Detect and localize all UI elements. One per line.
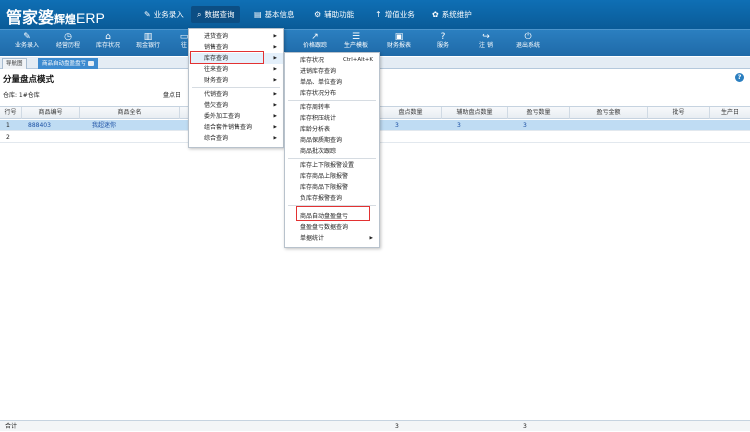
toolbar-exit-button[interactable]: ⏻ 退出系统 — [509, 31, 547, 56]
menu-item-composite-query[interactable]: 综合查询 ▶ — [189, 133, 283, 144]
toolbar-logout-button[interactable]: ↪ 注 销 — [467, 31, 505, 56]
toolbar-cash-button[interactable]: ▥ 现金银行 — [129, 31, 167, 56]
menu-item-stock-distribution[interactable]: 库存状况分布 — [285, 88, 379, 99]
top-menu-value-added[interactable]: ↑ 增值业务 — [369, 6, 421, 23]
tab-navigation[interactable]: 导航图 — [2, 58, 27, 69]
menu-item-bundle-sales-query[interactable]: 组合套件销售查询 ▶ — [189, 122, 283, 133]
product-code[interactable]: 888403 — [26, 120, 51, 131]
menu-item-negative-stock[interactable]: 负库存报警查询 — [285, 193, 379, 204]
column-header[interactable]: 盈亏金额 — [570, 107, 648, 119]
column-header[interactable]: 辅助盘点数量 — [442, 107, 508, 119]
column-header[interactable]: 行号 — [0, 107, 22, 119]
menu-item-inout-stock[interactable]: 进销库存查询 — [285, 66, 379, 77]
menu-item-stock-status[interactable]: 库存状况 Ctrl+Alt+K — [285, 55, 379, 66]
page-title: 分量盘点模式 — [3, 75, 55, 85]
tab-auto-stocktake[interactable]: 商品自动盘盈盘亏 — [38, 58, 99, 69]
toolbar-history-button[interactable]: ◷ 经营历程 — [49, 31, 87, 56]
app-logo: 管家婆辉煌ERP — [6, 8, 105, 27]
column-header[interactable]: 生产日 — [710, 107, 750, 119]
total-row: 合计 3 3 — [0, 420, 750, 431]
top-menu-system[interactable]: ✿ 系统维护 — [426, 6, 478, 23]
stocktake-date-label: 盘点日 — [163, 92, 182, 99]
clock-icon: ◷ — [64, 32, 72, 42]
logout-icon: ↪ — [482, 32, 490, 42]
menu-separator — [288, 158, 376, 159]
menu-item-limit-settings[interactable]: 库存上下限报警设置 — [285, 160, 379, 171]
column-header[interactable]: 盈亏数量 — [508, 107, 570, 119]
settings-icon: ✿ — [432, 10, 439, 19]
toolbar-stock-button[interactable]: ⌂ 库存状况 — [89, 31, 127, 56]
arrow-icon: ↗ — [311, 32, 319, 42]
menu-item-finance-query[interactable]: 财务查询 ▶ — [189, 75, 283, 86]
toolbar-finance-button[interactable]: ▣ 财务报表 — [380, 31, 418, 56]
column-header[interactable]: 商品编号 — [22, 107, 80, 119]
highlight-auto-stocktake — [296, 206, 370, 221]
row-number: 1 — [6, 122, 10, 129]
column-header[interactable]: 商品全名 — [80, 107, 180, 119]
total-label: 合计 — [5, 423, 18, 430]
search-icon: ⌕ — [197, 9, 202, 19]
top-menu-entry[interactable]: ✎ 业务录入 — [138, 6, 190, 23]
stocktake-qty[interactable]: 3 — [393, 120, 399, 131]
menu-item-backlog[interactable]: 库存积压统计 — [285, 113, 379, 124]
close-icon[interactable] — [88, 61, 95, 66]
menu-item-account-query[interactable]: 往来查询 ▶ — [189, 64, 283, 75]
menu-separator — [288, 100, 376, 101]
top-menu-assist[interactable]: ⚙ 辅助功能 — [308, 6, 360, 23]
top-bar: 管家婆辉煌ERP ✎ 业务录入 ⌕ 数据查询 ▤ 基本信息 ⚙ 辅助功能 ↑ 增值业务 ✿… — [0, 0, 750, 29]
menu-item-purchase-query[interactable]: 进货查询 ▶ — [189, 31, 283, 42]
pen-icon: ✎ — [144, 10, 151, 19]
total-diff: 3 — [523, 423, 527, 430]
top-menu-query[interactable]: ⌕ 数据查询 — [191, 6, 241, 23]
home-icon: ⌂ — [105, 32, 111, 42]
list-icon: ☰ — [351, 32, 361, 42]
menu-item-loan-query[interactable]: 借欠查询 ▶ — [189, 100, 283, 111]
help-icon[interactable]: ? — [735, 73, 744, 82]
menu-item-single-product[interactable]: 单品、单位查询 — [285, 77, 379, 88]
calc-icon: ▣ — [394, 32, 404, 42]
gear-icon: ⚙ — [314, 10, 322, 19]
arrow-up-icon: ↑ — [375, 10, 382, 19]
menu-item-shelf-life[interactable]: 商品保质期查询 — [285, 135, 379, 146]
menu-item-consign-query[interactable]: 代销查询 ▶ — [189, 89, 283, 100]
menu-item-upper-limit-alarm[interactable]: 库存商品上限报警 — [285, 171, 379, 182]
menu-item-batch-tracking[interactable]: 商品批次跟踪 — [285, 146, 379, 157]
top-menu-basic-info[interactable]: ▤ 基本信息 — [248, 6, 301, 23]
column-header[interactable]: 盘点数量 — [380, 107, 442, 119]
help-icon: ? — [440, 32, 446, 42]
total-qty: 3 — [395, 423, 399, 430]
product-name[interactable]: 我超迷你 — [90, 120, 116, 131]
diff-qty: 3 — [523, 122, 527, 129]
bank-icon: ▥ — [143, 32, 153, 42]
menu-item-stock-age[interactable]: 库龄分析表 — [285, 124, 379, 135]
menu-item-turnover[interactable]: 库存周转率 — [285, 102, 379, 113]
menu-separator — [192, 87, 280, 88]
warehouse-label: 仓库: 1#仓库 — [3, 92, 40, 99]
menu-item-stocktake-data[interactable]: 盘盈盘亏数据查询 — [285, 222, 379, 233]
toolbar-service-button[interactable]: ? 服务 — [424, 31, 462, 56]
menu-item-lower-limit-alarm[interactable]: 库存商品下限报警 — [285, 182, 379, 193]
row-number: 2 — [6, 134, 10, 141]
highlight-stock-query — [190, 51, 264, 64]
toolbar-entry-button[interactable]: ✎ 业务录入 — [8, 31, 46, 56]
database-icon: ▤ — [254, 10, 262, 19]
menu-item-outsource-query[interactable]: 委外加工查询 ▶ — [189, 111, 283, 122]
query-dropdown-menu: 进货查询 ▶ 销售查询 ▶ 库存查询 ▶ 往来查询 ▶ 财务查询 ▶ 代销查询 ▶ 借欠查询… — [188, 28, 284, 148]
menu-item-bill-statistics[interactable]: 单据统计 ▶ — [285, 233, 379, 244]
column-header[interactable]: 批号 — [648, 107, 710, 119]
power-icon: ⏻ — [524, 32, 532, 42]
pen-icon: ✎ — [23, 32, 31, 42]
aux-stocktake-qty[interactable]: 3 — [455, 120, 461, 131]
